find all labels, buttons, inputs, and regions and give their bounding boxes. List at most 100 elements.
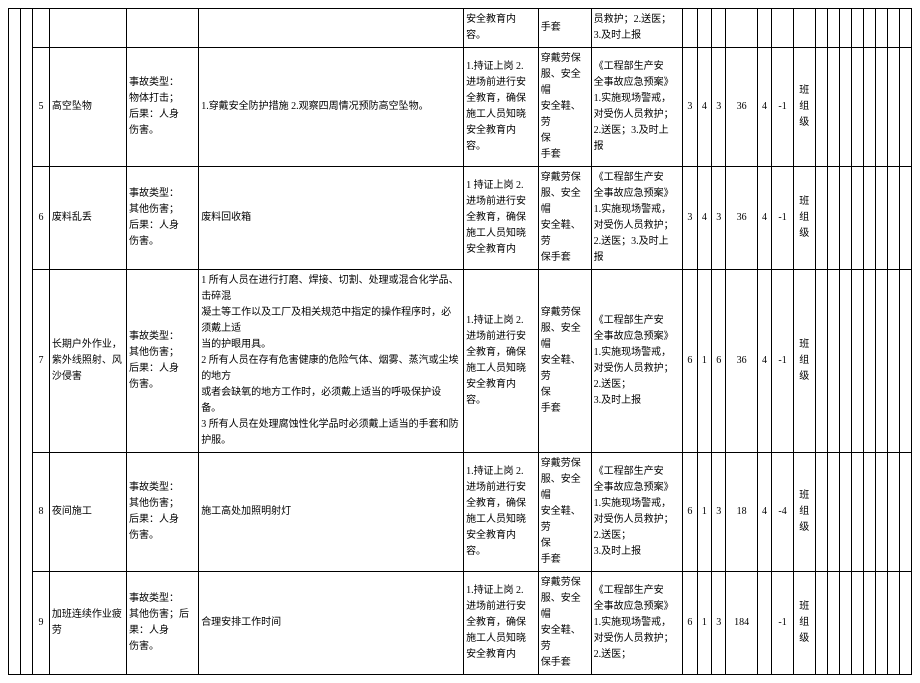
table-row: 9加班连续作业疲劳事故类型：其他伤害；后果：人身伤害。合理安排工作时间1.持证上… [9,572,912,675]
emergency-plan: 《工程部生产安全事故应急预案》1.实施现场警戒，对受伤人员救护；2.送医；3.及… [591,453,683,572]
score-6: -4 [772,453,794,572]
accident-type: 事故类型：其他伤害；后果：人身伤害。 [126,270,198,453]
trailing-cell [863,9,875,48]
table-row: 安全教育内容。手套员救护；2.送医；3.及时上报 [9,9,912,48]
score-6 [772,9,794,48]
score-2: 1 [697,453,711,572]
spacer-a [9,9,21,675]
trailing-cell [827,453,839,572]
trailing-cell [887,453,899,572]
score-3: 3 [712,572,726,675]
score-4: 36 [726,167,757,270]
score-2: 1 [697,572,711,675]
score-4 [726,9,757,48]
ppe: 穿戴劳保服、安全帽安全鞋、劳保手套 [538,48,591,167]
trailing-cell [863,167,875,270]
accident-type: 事故类型：其他伤害；后果：人身伤害。 [126,167,198,270]
trailing-cell [875,48,887,167]
trailing-cell [875,167,887,270]
score-5 [757,572,771,675]
score-3 [712,9,726,48]
score-1: 3 [683,167,697,270]
risk-level: 班组级 [793,270,815,453]
hazard-name: 夜间施工 [49,453,126,572]
hazard-name: 长期户外作业，紫外线照射、风沙侵害 [49,270,126,453]
spacer-b [21,9,33,675]
training: 1.持证上岗 2.进场前进行安全教育，确保施工人员知晓安全教育内 [464,572,539,675]
trailing-cell [815,167,827,270]
trailing-cell [827,270,839,453]
risk-table: 安全教育内容。手套员救护；2.送医；3.及时上报5高空坠物事故类型：物体打击；后… [8,8,912,675]
training: 1.持证上岗 2.进场前进行安全教育，确保施工人员知晓安全教育内容。 [464,453,539,572]
score-2: 4 [697,48,711,167]
trailing-cell [839,270,851,453]
trailing-cell [863,48,875,167]
control-measure: 废料回收箱 [199,167,464,270]
trailing-cell [851,167,863,270]
trailing-cell [851,453,863,572]
score-6: -1 [772,167,794,270]
score-2: 1 [697,270,711,453]
score-2: 4 [697,167,711,270]
score-4: 18 [726,453,757,572]
score-1: 6 [683,270,697,453]
accident-type [126,9,198,48]
trailing-cell [887,270,899,453]
score-1: 3 [683,48,697,167]
control-measure: 合理安排工作时间 [199,572,464,675]
trailing-cell [827,48,839,167]
trailing-cell [863,453,875,572]
trailing-cell [815,572,827,675]
control-measure: 施工高处加照明射灯 [199,453,464,572]
score-6: -1 [772,572,794,675]
row-index: 9 [33,572,50,675]
emergency-plan: 《工程部生产安全事故应急预案》1.实施现场警戒，对受伤人员救护；2.送医； [591,572,683,675]
row-index: 6 [33,167,50,270]
emergency-plan: 《工程部生产安全事故应急预案》1.实施现场警戒，对受伤人员救护；2.送医；3.及… [591,48,683,167]
trailing-cell [899,9,911,48]
score-4: 36 [726,270,757,453]
score-3: 3 [712,167,726,270]
trailing-cell [875,9,887,48]
risk-level: 班组级 [793,48,815,167]
trailing-cell [863,572,875,675]
trailing-cell [887,48,899,167]
score-3: 3 [712,453,726,572]
trailing-cell [839,9,851,48]
score-1: 6 [683,572,697,675]
row-index [33,9,50,48]
trailing-cell [887,167,899,270]
trailing-cell [875,453,887,572]
trailing-cell [851,48,863,167]
emergency-plan: 《工程部生产安全事故应急预案》1.实施现场警戒，对受伤人员救护；2.送医；3.及… [591,270,683,453]
control-measure: 1 所有人员在进行打磨、焊接、切割、处理或混合化学品、击碎混凝土等工作以及工厂及… [199,270,464,453]
trailing-cell [887,572,899,675]
ppe: 穿戴劳保服、安全帽安全鞋、劳保手套 [538,453,591,572]
hazard-name: 加班连续作业疲劳 [49,572,126,675]
trailing-cell [851,270,863,453]
trailing-cell [899,572,911,675]
score-5: 4 [757,270,771,453]
trailing-cell [839,572,851,675]
row-index: 5 [33,48,50,167]
score-5: 4 [757,48,771,167]
trailing-cell [839,48,851,167]
score-6: -1 [772,48,794,167]
trailing-cell [827,9,839,48]
ppe: 穿戴劳保服、安全帽安全鞋、劳保手套 [538,167,591,270]
row-index: 7 [33,270,50,453]
accident-type: 事故类型：其他伤害；后果：人身伤害。 [126,572,198,675]
trailing-cell [815,270,827,453]
score-3: 3 [712,48,726,167]
risk-level [793,9,815,48]
hazard-name [49,9,126,48]
training: 1.持证上岗 2.进场前进行安全教育，确保施工人员知晓安全教育内容。 [464,270,539,453]
trailing-cell [899,48,911,167]
risk-level: 班组级 [793,453,815,572]
trailing-cell [899,453,911,572]
trailing-cell [851,9,863,48]
trailing-cell [839,453,851,572]
control-measure: 1.穿戴安全防护措施 2.观察四周情况预防高空坠物。 [199,48,464,167]
ppe: 手套 [538,9,591,48]
trailing-cell [827,572,839,675]
